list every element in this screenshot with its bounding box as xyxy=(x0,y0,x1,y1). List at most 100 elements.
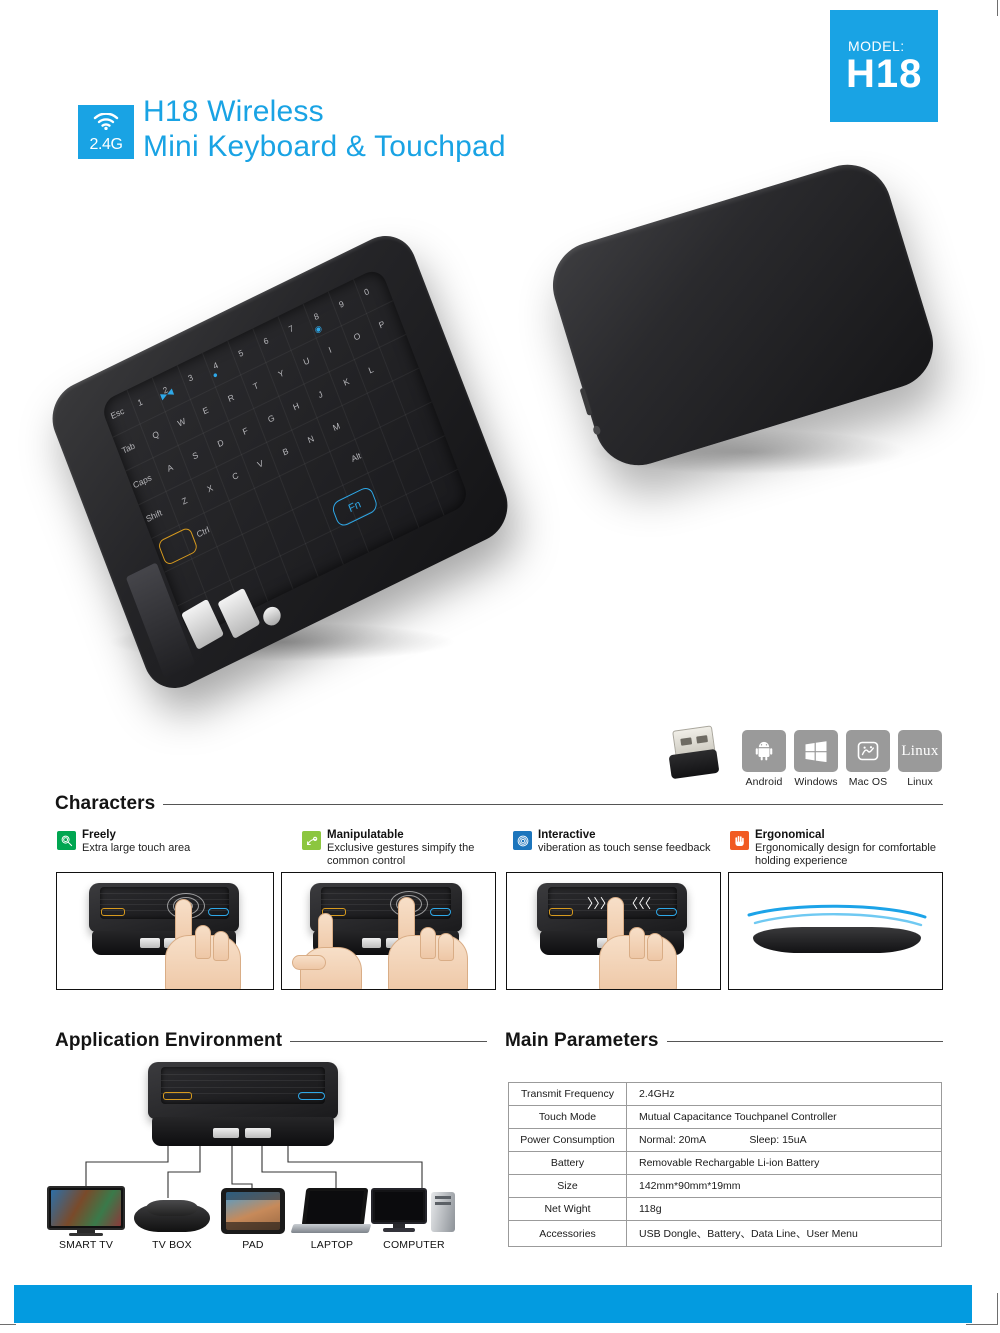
tv-icon xyxy=(47,1186,125,1236)
param-value: Removable Rechargable Li-ion Battery xyxy=(626,1151,942,1175)
param-value: Mutual Capacitance Touchpanel Controller xyxy=(626,1105,942,1129)
characters-heading: Characters xyxy=(55,793,943,815)
feature-image-freely xyxy=(56,872,274,990)
feature-title: Manipulatable xyxy=(327,829,404,841)
param-key: Transmit Frequency xyxy=(508,1082,627,1106)
os-label: Android xyxy=(745,776,783,788)
crop-mark-top-left xyxy=(0,0,16,16)
main-parameters-table: Transmit Frequency 2.4GHz Touch Mode Mut… xyxy=(508,1082,942,1247)
gesture-icon xyxy=(302,831,321,850)
feature-image-ergonomical xyxy=(728,872,943,990)
os-label: Windows xyxy=(794,776,838,788)
android-icon xyxy=(742,730,786,772)
feature-desc: viberation as touch sense feedback xyxy=(538,842,711,854)
param-key: Net Wight xyxy=(508,1197,627,1221)
os-item-android: Android xyxy=(742,730,786,788)
feature-title: Interactive xyxy=(538,829,596,841)
main-parameters-heading: Main Parameters xyxy=(505,1030,943,1052)
hand-touch-icon xyxy=(57,831,76,850)
heading-rule xyxy=(290,1040,487,1042)
environment-keyboard xyxy=(148,1062,338,1148)
product-photo-keyboard: Esc 1 2 3 4 5 6 7 8 9 0 Tab Q W E R T Y … xyxy=(42,224,522,700)
feature-desc: Exclusive gestures simpify the common co… xyxy=(327,842,475,868)
linux-icon: Linux xyxy=(898,730,942,772)
windows-icon xyxy=(794,730,838,772)
power-wheel xyxy=(260,603,284,629)
tvbox-icon xyxy=(130,1186,214,1236)
param-value: USB Dongle、Battery、Data Line、User Menu xyxy=(626,1220,942,1247)
device-label: COMPUTER xyxy=(383,1239,445,1251)
param-value-compound: Normal: 20mA Sleep: 15uA xyxy=(626,1128,942,1152)
back-body xyxy=(542,153,944,477)
tablet-icon xyxy=(218,1186,288,1236)
os-item-windows: Windows xyxy=(794,730,838,788)
characters-heading-text: Characters xyxy=(55,793,156,814)
usb-dongle-icon xyxy=(668,725,722,784)
vibration-icon xyxy=(513,831,532,850)
feature-desc: Extra large touch area xyxy=(82,842,191,854)
os-item-linux: Linux Linux xyxy=(898,730,942,788)
os-label: Linux xyxy=(907,776,933,788)
table-row: Size 142mm*90mm*19mm xyxy=(508,1174,942,1198)
device-smart-tv: SMART TV xyxy=(40,1186,132,1251)
os-support-row: Android Windows Mac OS Linux Linux xyxy=(742,730,942,788)
table-row: Transmit Frequency 2.4GHz xyxy=(508,1082,942,1106)
macos-icon xyxy=(846,730,890,772)
mini-keyboard-body xyxy=(89,883,239,932)
param-value-sleep: Sleep: 15uA xyxy=(749,1134,807,1146)
desktop-icon xyxy=(369,1186,459,1236)
footer-bar xyxy=(14,1285,972,1323)
param-key: Size xyxy=(508,1174,627,1198)
main-parameters-heading-text: Main Parameters xyxy=(505,1030,659,1051)
table-row: Battery Removable Rechargable Li-ion Bat… xyxy=(508,1151,942,1175)
device-label: TV BOX xyxy=(152,1239,192,1251)
title-line-1: H18 Wireless xyxy=(143,95,324,128)
device-label: SMART TV xyxy=(58,1239,114,1251)
feature-image-manipulatable xyxy=(281,872,496,990)
page-title: H18 Wireless Mini Keyboard & Touchpad xyxy=(143,94,506,165)
param-value: 142mm*90mm*19mm xyxy=(626,1174,942,1198)
application-environment-heading-text: Application Environment xyxy=(55,1030,283,1051)
os-label: Mac OS xyxy=(848,776,888,788)
env-keyboard-lip xyxy=(151,1117,335,1146)
device-computer: COMPUTER xyxy=(368,1186,460,1251)
table-row: Touch Mode Mutual Capacitance Touchpanel… xyxy=(508,1105,942,1129)
usb-housing xyxy=(668,748,720,780)
vibration-wave-right: 〈〈〈 xyxy=(625,896,652,911)
param-value: 2.4GHz xyxy=(626,1082,942,1106)
keyboard-side-profile xyxy=(753,927,921,953)
param-value-normal: Normal: 20mA xyxy=(639,1134,706,1146)
model-value: H18 xyxy=(846,52,923,96)
crop-mark-top-right xyxy=(966,0,998,16)
product-photo-back xyxy=(542,153,948,508)
table-row: Net Wight 118g xyxy=(508,1197,942,1221)
feature-title: Ergonomical xyxy=(755,829,825,841)
env-keyboard-body xyxy=(148,1062,338,1120)
side-button-upper xyxy=(579,387,593,416)
param-value: 118g xyxy=(626,1197,942,1221)
feature-title: Freely xyxy=(82,829,116,841)
param-key: Power Consumption xyxy=(508,1128,627,1152)
table-row: Power Consumption Normal: 20mA Sleep: 15… xyxy=(508,1128,942,1152)
feature-image-interactive: 〉〉〉 〈〈〈 xyxy=(506,872,721,990)
device-tv-box: TV BOX xyxy=(126,1186,218,1251)
device-laptop: LAPTOP xyxy=(286,1186,378,1251)
device-label: LAPTOP xyxy=(310,1239,354,1251)
laptop-icon xyxy=(290,1186,374,1236)
badge-text: 2.4G xyxy=(89,136,123,153)
os-item-macos: Mac OS xyxy=(846,730,890,788)
table-row: Accessories USB Dongle、Battery、Data Line… xyxy=(508,1220,942,1247)
product-datasheet-page: 2.4G H18 Wireless Mini Keyboard & Touchp… xyxy=(0,0,1000,1333)
param-key: Battery xyxy=(508,1151,627,1175)
param-key: Accessories xyxy=(508,1220,627,1247)
param-key: Touch Mode xyxy=(508,1105,627,1129)
feature-desc: Ergonomically design for comfortable hol… xyxy=(755,842,936,868)
heading-rule xyxy=(163,803,943,805)
heading-rule xyxy=(666,1040,943,1042)
application-environment-heading: Application Environment xyxy=(55,1030,487,1052)
wifi-24g-badge: 2.4G xyxy=(78,105,134,159)
palm-icon xyxy=(730,831,749,850)
wifi-icon xyxy=(93,112,119,135)
model-badge: MODEL: H18 xyxy=(830,10,938,122)
title-line-2: Mini Keyboard & Touchpad xyxy=(143,130,506,164)
